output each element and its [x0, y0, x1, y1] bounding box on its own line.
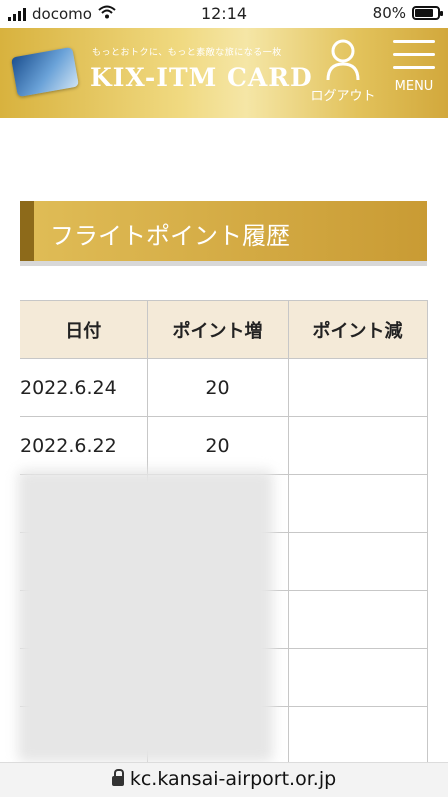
row-points-deducted: [288, 358, 428, 417]
row-points-deducted: [288, 416, 428, 475]
table-header-row: 日付 ポイント増 ポイント減: [20, 300, 428, 359]
battery-percent: 80%: [372, 4, 406, 22]
logout-button[interactable]: ログアウト: [306, 38, 380, 104]
table-row: 2022.6.24 20: [20, 358, 428, 417]
table-row: 2022.6.22 20: [20, 416, 428, 475]
card-logo-image[interactable]: [10, 46, 80, 98]
status-bar: docomo 12:14 80%: [0, 0, 448, 28]
section-heading: フライトポイント履歴: [20, 201, 427, 261]
menu-button[interactable]: MENU: [386, 40, 442, 94]
site-header: もっとおトクに、もっと素敵な旅になる一枚 KIX-ITM CARD ログアウト …: [0, 28, 448, 118]
battery-icon: [412, 6, 443, 20]
browser-url-bar[interactable]: kc.kansai-airport.or.jp: [0, 762, 448, 797]
tagline: もっとおトクに、もっと素敵な旅になる一枚: [92, 48, 282, 58]
battery-status: 80%: [372, 4, 443, 22]
redaction-blur: [18, 470, 273, 762]
hamburger-icon: [393, 40, 435, 69]
column-header-date: 日付: [20, 300, 148, 359]
user-icon: [326, 39, 360, 81]
row-date: 2022.6.22: [20, 416, 148, 475]
column-header-points-added: ポイント増: [147, 300, 289, 359]
row-points-added: 20: [147, 358, 289, 417]
row-date: 2022.6.24: [20, 358, 148, 417]
url-text: kc.kansai-airport.or.jp: [129, 768, 337, 790]
brand-title[interactable]: KIX-ITM CARD: [90, 63, 313, 92]
section-title: フライトポイント履歴: [50, 222, 290, 250]
column-header-points-deducted: ポイント減: [288, 300, 428, 359]
row-points-added: 20: [147, 416, 289, 475]
heading-divider: [20, 261, 427, 266]
menu-label: MENU: [394, 79, 434, 94]
heading-accent-bar: [20, 201, 34, 261]
lock-icon: [111, 769, 124, 786]
logout-label: ログアウト: [310, 89, 376, 104]
